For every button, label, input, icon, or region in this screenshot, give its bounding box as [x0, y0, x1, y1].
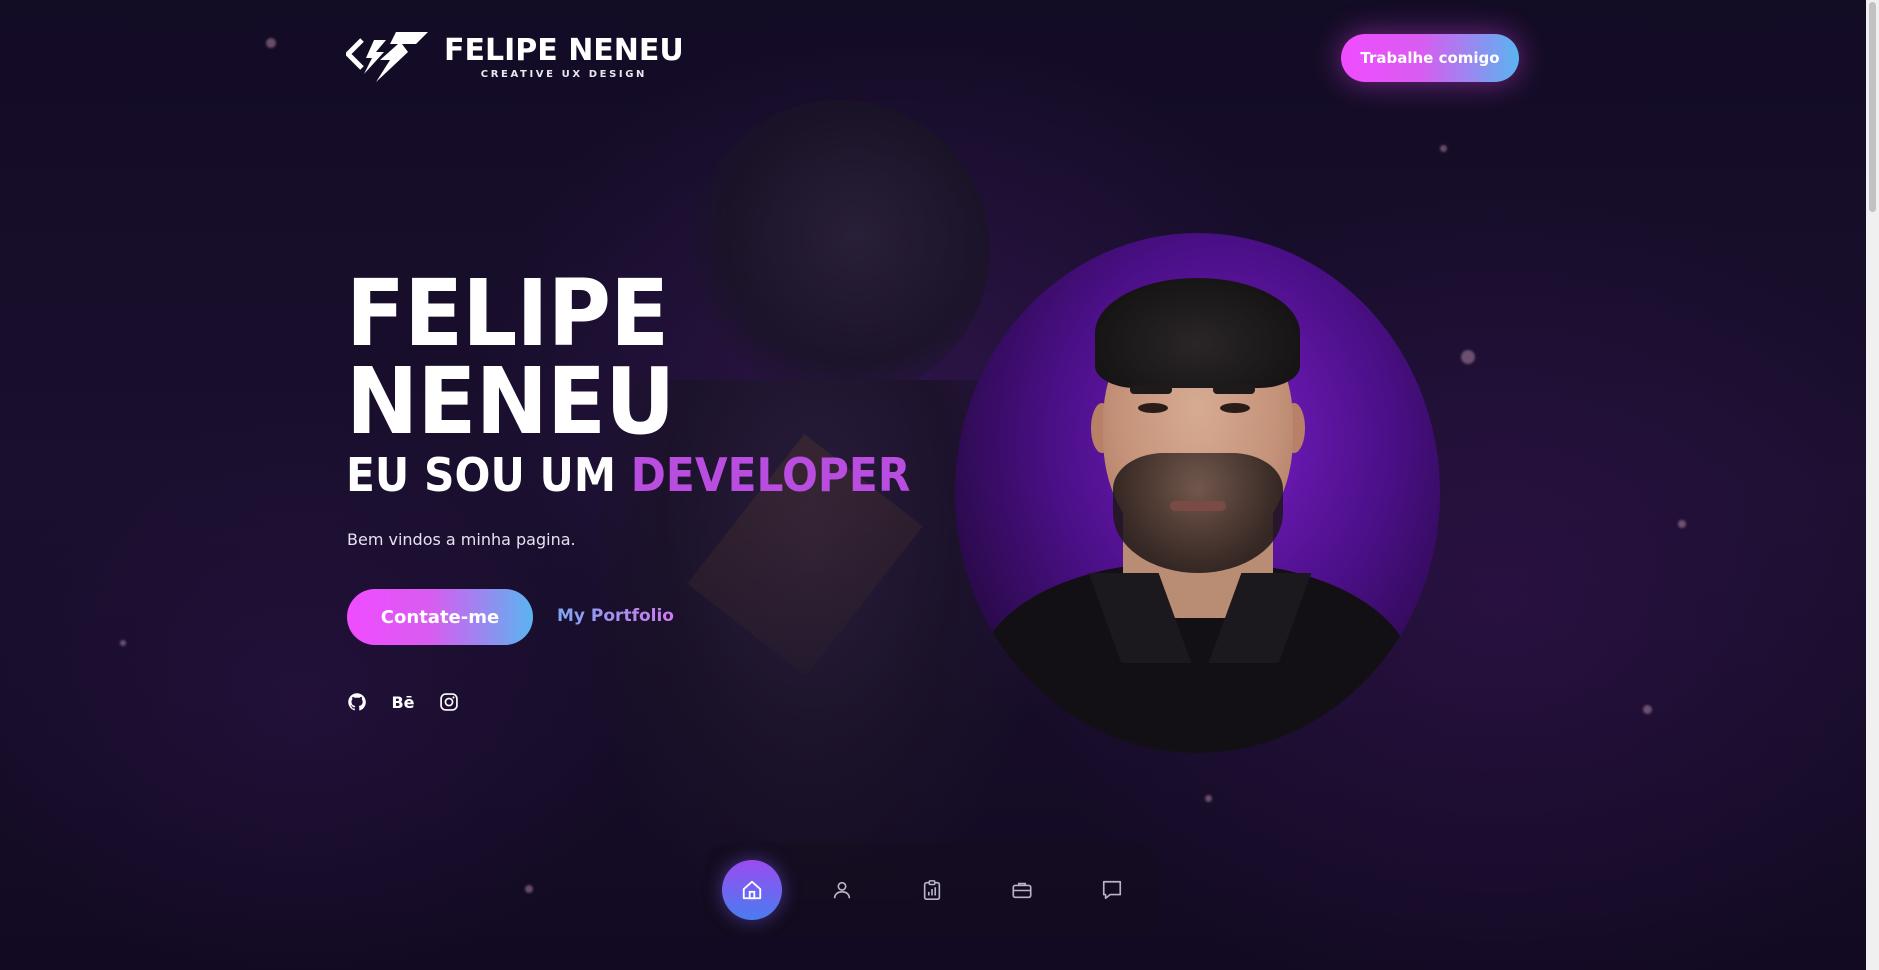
nav-home-button[interactable] [722, 860, 782, 920]
portrait-eye-right [1220, 403, 1250, 413]
background-star [1205, 795, 1212, 802]
portrait-eye-left [1138, 403, 1168, 413]
logo-text: FELIPE NENEU CREATIVE UX DESIGN [444, 32, 684, 80]
hire-me-button[interactable]: Trabalhe comigo [1341, 34, 1519, 82]
user-icon [833, 881, 851, 899]
page-scrollbar[interactable] [1866, 0, 1879, 970]
background-star [266, 38, 276, 48]
background-star [1440, 145, 1447, 152]
nav-portfolio-button[interactable] [992, 860, 1052, 920]
portfolio-link[interactable]: My Portfolio [557, 606, 674, 626]
portrait-hair [1095, 278, 1300, 388]
github-icon[interactable] [347, 692, 367, 712]
hero-name: FELIPE NENEU [346, 260, 675, 455]
background-star [120, 640, 126, 646]
social-links: Bē [347, 692, 459, 712]
hero-name-line1: FELIPE [346, 260, 669, 367]
home-icon [742, 880, 762, 900]
contact-button[interactable]: Contate-me [347, 589, 533, 645]
background-star [1461, 350, 1475, 364]
portrait-brow-right [1213, 385, 1255, 394]
portrait-brow-left [1130, 385, 1172, 394]
instagram-icon[interactable] [439, 692, 459, 712]
hero-role-highlight: DEVELOPER [630, 448, 911, 502]
behance-icon[interactable]: Bē [391, 692, 415, 712]
page: FELIPE NENEU CREATIVE UX DESIGN Trabalhe… [0, 0, 1879, 970]
hero-welcome-text: Bem vindos a minha pagina. [347, 530, 576, 549]
briefcase-icon [1012, 882, 1032, 899]
clipboard-chart-icon [923, 880, 941, 900]
hero-role: EU SOU UM DEVELOPER [346, 450, 910, 500]
robot-background-head [690, 100, 990, 400]
logo-subtitle: CREATIVE UX DESIGN [480, 68, 647, 80]
nav-about-button[interactable] [812, 860, 872, 920]
background-star [1678, 520, 1686, 528]
site-logo[interactable]: FELIPE NENEU CREATIVE UX DESIGN [346, 30, 684, 84]
background-star [1643, 705, 1652, 714]
logo-title: FELIPE NENEU [444, 32, 684, 68]
scrollbar-thumb[interactable] [1869, 2, 1876, 212]
portrait-beard [1113, 453, 1283, 573]
background-star [525, 885, 533, 893]
hero-role-prefix: EU SOU UM [346, 448, 617, 502]
chat-icon [1102, 880, 1122, 900]
portrait-mouth [1170, 501, 1226, 511]
profile-portrait [955, 233, 1440, 753]
bottom-nav [705, 843, 1160, 937]
hero-name-line2: NENEU [346, 348, 675, 455]
logo-bolt-icon [346, 32, 428, 82]
nav-contact-button[interactable] [1082, 860, 1142, 920]
nav-skills-button[interactable] [902, 860, 962, 920]
